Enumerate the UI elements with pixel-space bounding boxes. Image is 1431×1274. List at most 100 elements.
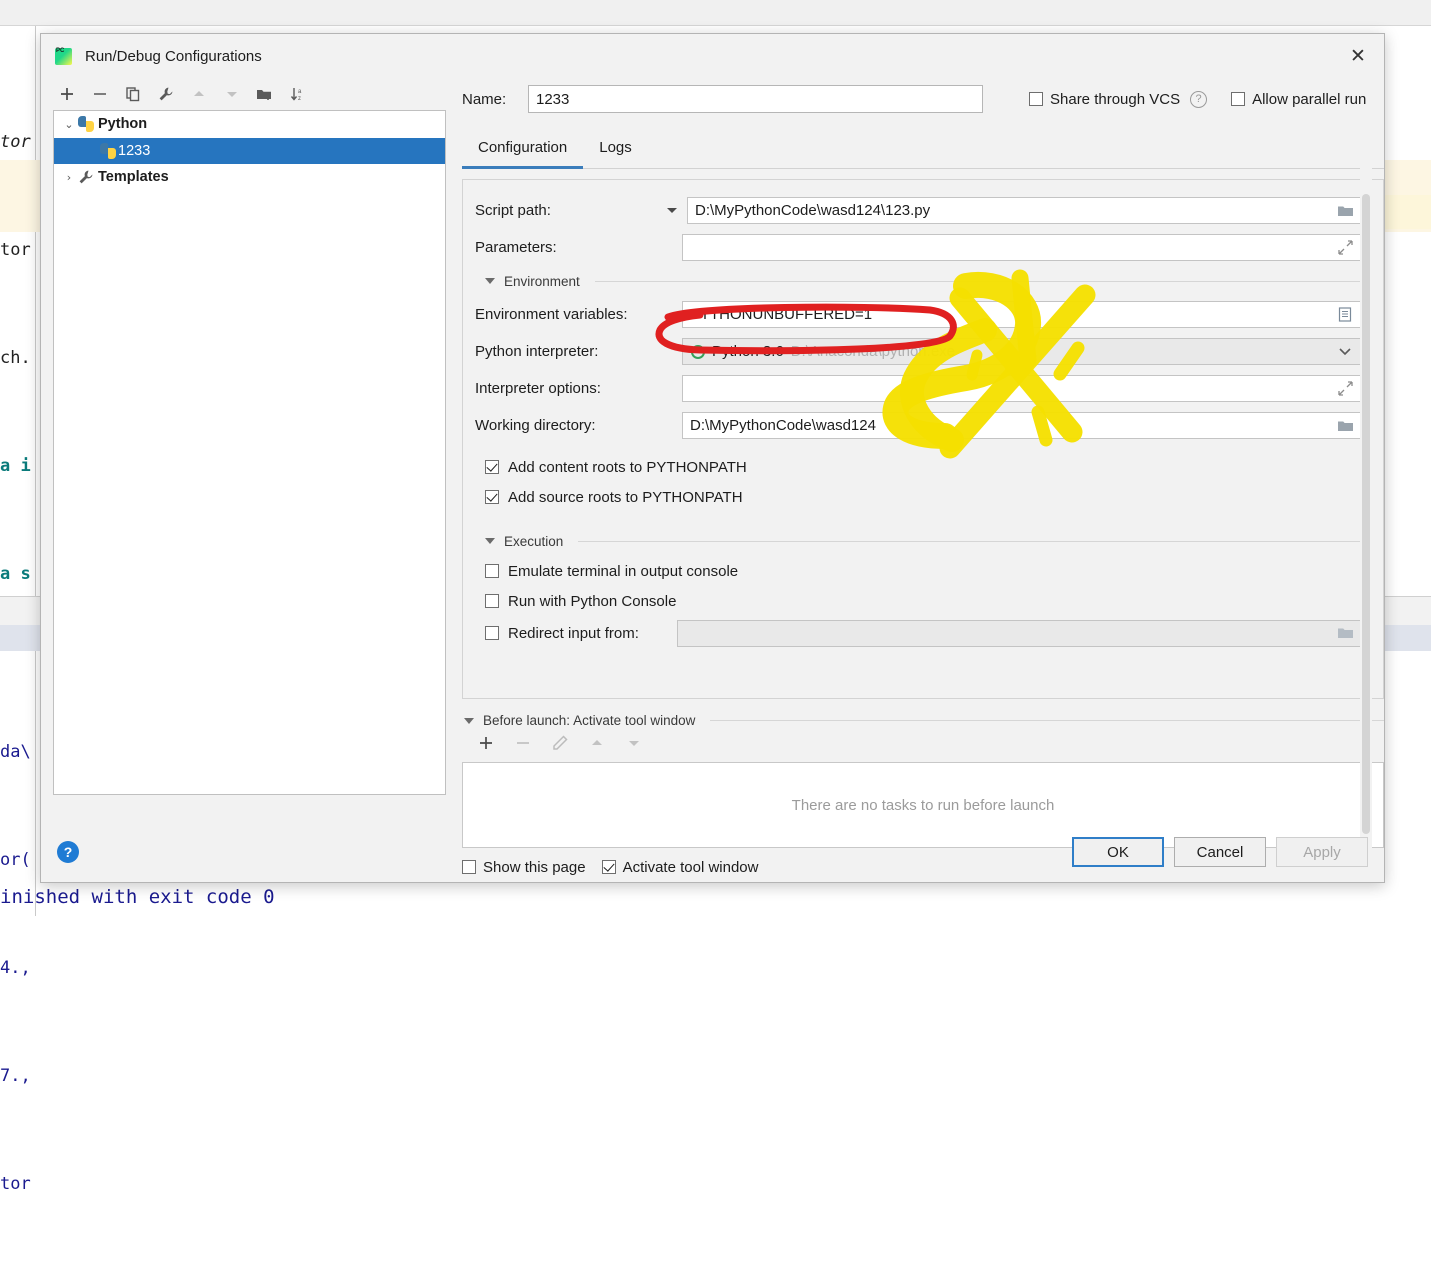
scrollbar-thumb[interactable] [1362,194,1370,834]
dialog-title: Run/Debug Configurations [85,48,262,65]
console-line: da\ [0,734,41,770]
ok-button[interactable]: OK [1072,837,1164,867]
editor-highlight-right [1382,195,1431,229]
checkbox-box[interactable] [485,594,499,608]
section-divider [595,281,1361,282]
remove-task-button[interactable] [513,734,532,753]
add-task-button[interactable] [476,734,495,753]
add-source-roots-checkbox[interactable]: Add source roots to PYTHONPATH [475,482,1361,512]
copy-configuration-button[interactable] [123,85,142,104]
chevron-right-icon[interactable]: › [60,171,78,184]
script-path-folder-icon[interactable] [1330,198,1360,223]
code-line: tor [0,232,41,268]
add-content-roots-checkbox[interactable]: Add content roots to PYTHONPATH [475,452,1361,482]
section-divider [578,541,1361,542]
environment-variables-list-icon[interactable] [1330,302,1360,327]
tree-node-python[interactable]: ⌄ Python [54,111,445,138]
code-line: ch. [0,340,41,376]
interpreter-options-expand-icon[interactable] [1330,376,1360,401]
run-with-python-console-label: Run with Python Console [508,593,676,610]
redirect-input-checkbox[interactable] [485,626,499,640]
tree-node-label: Templates [98,169,169,185]
interpreter-options-label: Interpreter options: [475,380,659,397]
close-icon[interactable]: ✕ [1342,42,1374,70]
execution-collapse-triangle-icon[interactable] [485,538,495,544]
add-source-roots-label: Add source roots to PYTHONPATH [508,489,743,506]
code-line: a i [0,448,41,484]
move-up-button[interactable] [189,85,208,104]
checkbox-box[interactable] [485,490,499,504]
move-task-up-button[interactable] [587,734,606,753]
tree-node-templates[interactable]: › Templates [54,164,445,191]
python-env-icon [691,345,705,359]
tab-configuration[interactable]: Configuration [462,130,583,169]
top-options: Share through VCS ? Allow parallel run [1029,91,1366,108]
cancel-button[interactable]: Cancel [1174,837,1266,867]
name-input[interactable] [528,85,983,113]
before-launch-header: Before launch: Activate tool window [462,713,1384,728]
emulate-terminal-checkbox[interactable]: Emulate terminal in output console [475,556,1361,586]
environment-variables-row: Environment variables: [475,296,1361,333]
script-path-input[interactable] [687,197,1361,224]
name-label: Name: [462,91,528,108]
console-line: 4., [0,950,41,986]
move-task-down-button[interactable] [624,734,643,753]
python-interpreter-combobox[interactable]: Python 3.6 D:\Anaconda\python.exe [682,338,1361,365]
interpreter-options-input[interactable] [682,375,1361,402]
redirect-input-field[interactable] [677,620,1361,647]
environment-collapse-triangle-icon[interactable] [485,278,495,284]
environment-section-header: Environment [475,266,1361,296]
interpreter-options-control [682,375,1361,402]
editor-pane-scrollbar[interactable] [1360,152,1372,854]
working-directory-folder-icon[interactable] [1330,413,1360,438]
redirect-input-folder-icon[interactable] [1330,621,1360,646]
code-line: a s [0,556,41,592]
configurations-tree[interactable]: ⌄ Python 1233 › T [53,110,446,795]
console-line: tor [0,1166,41,1202]
remove-configuration-button[interactable] [90,85,109,104]
python-interpreter-chevron-down-icon[interactable] [1330,339,1360,364]
edit-task-pencil-icon[interactable] [550,734,569,753]
python-interpreter-control[interactable]: Python 3.6 D:\Anaconda\python.exe [682,338,1361,365]
before-launch-empty-text: There are no tasks to run before launch [792,797,1055,814]
environment-variables-control [682,301,1361,328]
chevron-down-icon[interactable]: ⌄ [60,118,78,131]
redirect-input-control [677,620,1361,647]
dialog-action-buttons: OK Cancel Apply [1072,837,1368,867]
parameters-expand-icon[interactable] [1330,235,1360,260]
editor-tabs: Configuration Logs [462,130,1384,169]
vcs-help-icon[interactable]: ? [1190,91,1207,108]
checkbox-box[interactable] [1029,92,1043,106]
run-with-python-console-checkbox[interactable]: Run with Python Console [475,586,1361,616]
add-configuration-button[interactable] [57,85,76,104]
help-button[interactable]: ? [57,841,79,863]
share-through-vcs-label: Share through VCS [1050,91,1180,108]
checkbox-box[interactable] [1231,92,1245,106]
tab-logs[interactable]: Logs [583,130,648,169]
parameters-label: Parameters: [475,239,659,256]
edit-templates-wrench-icon[interactable] [156,85,175,104]
spacer [475,444,1361,452]
script-path-mode-chevron-down-icon[interactable] [667,208,677,213]
dialog-title-bar: Run/Debug Configurations ✕ [41,34,1384,78]
environment-variables-input[interactable] [682,301,1361,328]
console-line: or( [0,842,41,878]
python-icon [100,143,116,159]
checkbox-box[interactable] [485,564,499,578]
checkbox-box[interactable] [485,460,499,474]
working-directory-input[interactable] [682,412,1361,439]
dialog-footer: ? OK Cancel Apply [41,822,1384,882]
before-launch-title: Before launch: Activate tool window [483,713,695,728]
sort-configurations-button[interactable]: a z [288,85,307,104]
emulate-terminal-label: Emulate terminal in output console [508,563,738,580]
parameters-input[interactable] [682,234,1361,261]
before-launch-collapse-triangle-icon[interactable] [464,718,474,724]
wrench-icon [78,169,94,185]
allow-parallel-run-checkbox[interactable]: Allow parallel run [1231,91,1366,108]
execution-section-header: Execution [475,526,1361,556]
new-folder-button[interactable] [255,85,274,104]
share-through-vcs-checkbox[interactable]: Share through VCS [1029,91,1180,108]
before-launch-toolbar [462,728,1384,758]
tree-node-1233[interactable]: 1233 [54,138,445,165]
move-down-button[interactable] [222,85,241,104]
